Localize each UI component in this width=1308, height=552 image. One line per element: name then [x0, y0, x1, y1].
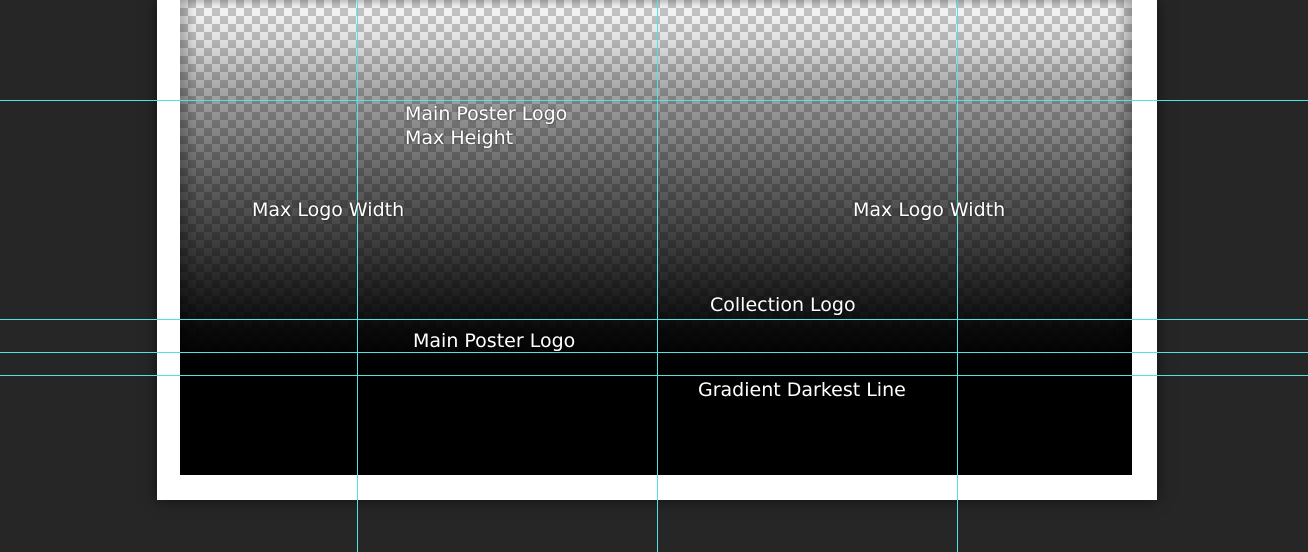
guide-horizontal-main-poster-logo[interactable] — [0, 352, 1308, 353]
guide-horizontal-collection-logo[interactable] — [0, 319, 1308, 320]
label-max-logo-width-right: Max Logo Width — [853, 199, 1006, 221]
poster-artwork-layer[interactable] — [180, 0, 1132, 475]
label-max-logo-width-left: Max Logo Width — [252, 199, 405, 221]
guide-vertical-right[interactable] — [957, 0, 958, 552]
label-collection-logo: Collection Logo — [710, 294, 856, 316]
label-line: Max Height — [405, 127, 514, 149]
label-main-poster-logo-max-height: Main Poster Logo Max Height — [405, 102, 567, 150]
label-main-poster-logo: Main Poster Logo — [413, 330, 576, 352]
inner-shadow — [180, 0, 1132, 475]
label-gradient-darkest-line: Gradient Darkest Line — [698, 379, 906, 401]
guide-horizontal-gradient-darkest[interactable] — [0, 375, 1308, 376]
guide-vertical-center[interactable] — [657, 0, 658, 552]
guide-horizontal-logo-max-height[interactable] — [0, 100, 1308, 101]
photoshop-workspace: Main Poster Logo Max Height Max Logo Wid… — [0, 0, 1308, 552]
label-line: Main Poster Logo — [405, 103, 568, 125]
guide-vertical-left[interactable] — [357, 0, 358, 552]
